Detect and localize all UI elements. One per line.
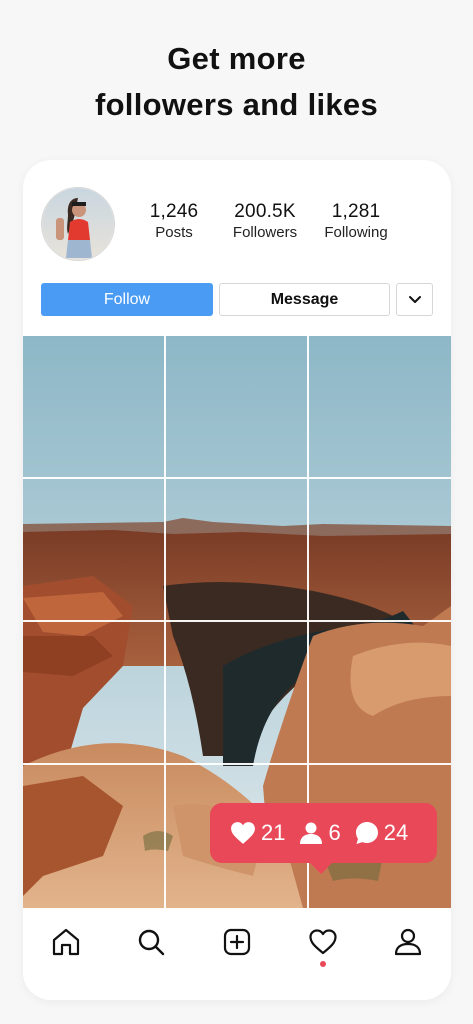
new-followers-group: 6 xyxy=(299,820,341,846)
headline-line-1: Get more xyxy=(167,41,306,76)
avatar[interactable] xyxy=(41,187,115,261)
headline-line-2: followers and likes xyxy=(94,87,379,122)
activity-indicator-dot xyxy=(320,961,326,967)
following-stat[interactable]: 1,281 Following xyxy=(318,200,394,242)
home-icon[interactable] xyxy=(50,926,82,958)
followers-label: Followers xyxy=(232,224,298,241)
following-count: 1,281 xyxy=(331,201,381,222)
followers-stat[interactable]: 200.5K Followers xyxy=(222,200,308,242)
followers-count: 200.5K xyxy=(234,201,296,222)
chevron-down-icon xyxy=(408,295,421,303)
likes-group: 21 xyxy=(230,820,285,846)
more-dropdown-button[interactable] xyxy=(396,283,433,316)
bottom-tab-bar xyxy=(23,908,451,1000)
activity-notification[interactable]: 21 6 24 xyxy=(210,803,437,874)
comments-group: 24 xyxy=(355,820,408,846)
profile-icon[interactable] xyxy=(392,926,424,958)
likes-count: 21 xyxy=(261,820,286,845)
message-button[interactable]: Message xyxy=(219,283,390,316)
grid-divider-horizontal xyxy=(23,763,451,765)
posts-count: 1,246 xyxy=(149,201,199,222)
posts-label: Posts xyxy=(155,224,193,241)
comments-count: 24 xyxy=(383,820,409,845)
search-icon[interactable] xyxy=(135,926,167,958)
heart-outline-icon[interactable] xyxy=(307,926,339,958)
posts-stat[interactable]: 1,246 Posts xyxy=(139,200,209,242)
follow-button[interactable]: Follow xyxy=(41,283,213,316)
profile-card: 1,246 Posts 200.5K Followers 1,281 Follo… xyxy=(23,160,451,1000)
comment-icon xyxy=(355,822,378,844)
following-label: Following xyxy=(324,224,388,241)
add-post-icon[interactable] xyxy=(221,926,253,958)
headline: Get more followers and likes xyxy=(0,36,473,128)
grid-divider-vertical xyxy=(164,336,166,908)
grid-divider-horizontal xyxy=(23,620,451,622)
grid-divider-horizontal xyxy=(23,477,451,479)
new-followers-count: 6 xyxy=(328,820,341,845)
heart-icon xyxy=(231,822,255,844)
person-icon xyxy=(300,822,323,844)
avatar-image xyxy=(42,188,114,260)
